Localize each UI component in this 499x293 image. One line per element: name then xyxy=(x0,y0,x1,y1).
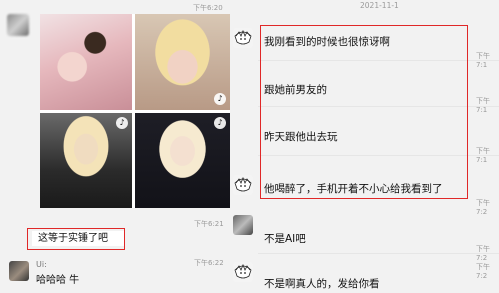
right-chat-panel: 2021-11-1 我刚看到的时候也很惊讶啊 下午7:1 跟她前男友的 下午7:… xyxy=(232,0,499,293)
timestamp: 下午6:22 xyxy=(194,259,224,267)
left-chat-panel: 下午6:20 ♪ ♪ ♪ 下午6:21 这等于实锤了吧 下午6:22 Ui: 哈… xyxy=(0,0,232,293)
tiktok-icon: ♪ xyxy=(116,117,128,129)
tiktok-icon: ♪ xyxy=(214,117,226,129)
sender-name: Ui: xyxy=(36,260,47,269)
timestamp: 下午6:21 xyxy=(194,220,224,228)
photo-4[interactable]: ♪ xyxy=(135,113,230,208)
highlight-box xyxy=(27,228,125,250)
anime-avatar-icon xyxy=(233,262,253,282)
anime-avatar-icon xyxy=(233,28,253,48)
photo-1[interactable] xyxy=(40,14,132,110)
sender-avatar[interactable] xyxy=(9,261,29,281)
photo-2[interactable]: ♪ xyxy=(135,14,230,110)
anime-avatar-icon xyxy=(233,175,253,195)
timestamp: 下午7:1 xyxy=(476,97,490,114)
sender-avatar[interactable] xyxy=(233,215,253,235)
message-text: 不是啊真人的，发给你看 xyxy=(264,278,380,290)
sender-avatar[interactable] xyxy=(233,262,253,282)
highlight-box xyxy=(260,25,468,199)
timestamp: 下午6:20 xyxy=(193,4,223,12)
timestamp: 下午7:2 xyxy=(476,263,490,280)
date-header: 2021-11-1 xyxy=(360,1,399,10)
tiktok-icon: ♪ xyxy=(214,93,226,105)
message-separator xyxy=(258,253,499,254)
sender-avatar[interactable] xyxy=(7,14,29,36)
shared-photo-grid[interactable]: ♪ ♪ ♪ xyxy=(40,14,230,208)
timestamp: 下午7:2 xyxy=(476,199,490,216)
sender-avatar[interactable] xyxy=(233,175,253,195)
sender-avatar[interactable] xyxy=(233,28,253,48)
message-text: 哈哈哈 牛 xyxy=(36,275,80,286)
photo-3[interactable]: ♪ xyxy=(40,113,132,208)
message-text: 不是AI吧 xyxy=(264,233,306,245)
